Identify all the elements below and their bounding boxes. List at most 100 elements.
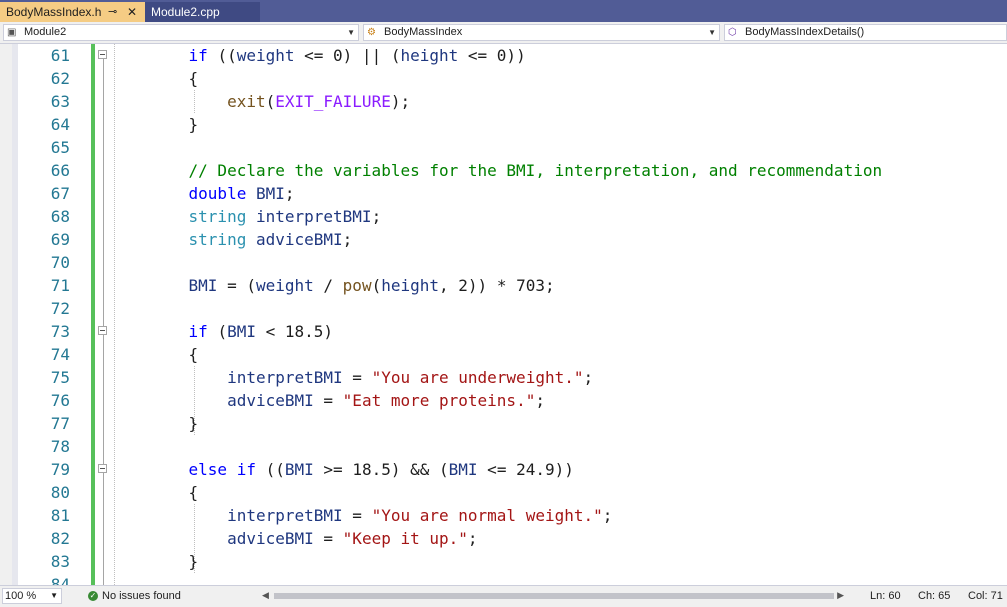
code-editor[interactable]: 61 if ((weight <= 0) || (height <= 0)) 62… bbox=[0, 44, 1007, 585]
code-line[interactable]: 67 double BMI; bbox=[0, 182, 1007, 205]
code-token: pow bbox=[342, 276, 372, 295]
code-token: weight bbox=[255, 276, 314, 295]
line-number: 77 bbox=[50, 414, 70, 433]
scrollbar-thumb[interactable] bbox=[274, 593, 834, 599]
code-line[interactable]: 77 } bbox=[0, 412, 1007, 435]
code-line[interactable]: 73 if (BMI < 18.5) bbox=[0, 320, 1007, 343]
navigation-bar: ▣ Module2 ▼ ⚙ BodyMassIndex ▼ ⬡ BodyMass… bbox=[0, 22, 1007, 44]
zoom-dropdown[interactable]: 100 % ▼ bbox=[2, 588, 62, 604]
code-text: exit(EXIT_FAILURE); bbox=[150, 90, 410, 113]
code-text: { bbox=[150, 343, 199, 366]
collapse-icon[interactable] bbox=[98, 326, 107, 335]
line-indicator[interactable]: Ln: 60 bbox=[870, 588, 901, 604]
code-line[interactable]: 65 bbox=[0, 136, 1007, 159]
line-number: 62 bbox=[50, 69, 70, 88]
code-token: (( bbox=[255, 460, 285, 479]
close-icon[interactable]: ✕ bbox=[127, 2, 137, 22]
code-token: ; bbox=[371, 207, 382, 226]
code-line[interactable]: 75 interpretBMI = "You are underweight."… bbox=[0, 366, 1007, 389]
code-text: interpretBMI = "You are normal weight."; bbox=[150, 504, 612, 527]
code-token: < 18.5) bbox=[255, 322, 334, 341]
code-line[interactable]: 78 bbox=[0, 435, 1007, 458]
code-line[interactable]: 83 } bbox=[0, 550, 1007, 573]
line-number: 80 bbox=[50, 483, 70, 502]
code-token: if bbox=[150, 46, 218, 65]
code-line[interactable]: 64 } bbox=[0, 113, 1007, 136]
chevron-down-icon: ▼ bbox=[347, 28, 355, 37]
line-number: 66 bbox=[50, 161, 70, 180]
code-token: string bbox=[188, 230, 247, 249]
code-line[interactable]: 80 { bbox=[0, 481, 1007, 504]
code-token: BMI bbox=[188, 276, 218, 295]
issues-indicator[interactable]: ✓ No issues found bbox=[88, 588, 181, 604]
method-icon: ⬡ bbox=[728, 27, 737, 38]
line-number: 61 bbox=[50, 46, 70, 65]
code-token: ( bbox=[371, 276, 382, 295]
line-number: 82 bbox=[50, 529, 70, 548]
horizontal-scrollbar[interactable]: ◀ ▶ bbox=[262, 590, 844, 602]
code-token: "You are underweight." bbox=[371, 368, 584, 387]
code-token: else if bbox=[188, 460, 256, 479]
code-line[interactable]: 66 // Declare the variables for the BMI,… bbox=[0, 159, 1007, 182]
code-token: interpretBMI bbox=[227, 506, 343, 525]
line-number: 65 bbox=[50, 138, 70, 157]
code-line[interactable]: 68 string interpretBMI; bbox=[0, 205, 1007, 228]
code-token: (( bbox=[217, 46, 237, 65]
code-line[interactable]: 79 else if ((BMI >= 18.5) && (BMI <= 24.… bbox=[0, 458, 1007, 481]
column-indicator[interactable]: Col: 71 bbox=[968, 588, 1003, 604]
code-token: / bbox=[313, 276, 343, 295]
scope-dropdown[interactable]: ⚙ BodyMassIndex ▼ bbox=[363, 24, 720, 41]
scroll-right-icon[interactable]: ▶ bbox=[837, 590, 844, 601]
code-line[interactable]: 63 exit(EXIT_FAILURE); bbox=[0, 90, 1007, 113]
document-tab-strip: BodyMassIndex.h ⊸ ✕ Module2.cpp bbox=[0, 0, 1007, 22]
scroll-left-icon[interactable]: ◀ bbox=[262, 590, 269, 601]
code-text: } bbox=[150, 412, 199, 435]
code-token: exit bbox=[227, 92, 266, 111]
code-line[interactable]: 82 adviceBMI = "Keep it up."; bbox=[0, 527, 1007, 550]
code-token: ( bbox=[217, 322, 228, 341]
code-token: <= 24.9)) bbox=[477, 460, 574, 479]
code-token: // Declare the variables for the BMI, in… bbox=[150, 161, 883, 180]
check-circle-icon: ✓ bbox=[88, 591, 98, 602]
code-token: } bbox=[150, 115, 199, 134]
zoom-level: 100 % bbox=[5, 590, 37, 602]
code-token: ; bbox=[602, 506, 613, 525]
code-text: if ((weight <= 0) || (height <= 0)) bbox=[150, 44, 526, 67]
code-line[interactable]: 76 adviceBMI = "Eat more proteins."; bbox=[0, 389, 1007, 412]
code-line[interactable]: 70 bbox=[0, 251, 1007, 274]
line-number: 74 bbox=[50, 345, 70, 364]
code-text: else if ((BMI >= 18.5) && (BMI <= 24.9)) bbox=[150, 458, 574, 481]
tab-bodymassindex-h[interactable]: BodyMassIndex.h ⊸ ✕ bbox=[0, 2, 145, 22]
project-dropdown[interactable]: ▣ Module2 ▼ bbox=[3, 24, 359, 41]
code-line[interactable]: 74 { bbox=[0, 343, 1007, 366]
code-line[interactable]: 61 if ((weight <= 0) || (height <= 0)) bbox=[0, 44, 1007, 67]
collapse-icon[interactable] bbox=[98, 50, 107, 59]
code-line[interactable]: 69 string adviceBMI; bbox=[0, 228, 1007, 251]
collapse-icon[interactable] bbox=[98, 464, 107, 473]
code-line[interactable]: 71 BMI = (weight / pow(height, 2)) * 703… bbox=[0, 274, 1007, 297]
member-dropdown[interactable]: ⬡ BodyMassIndexDetails() bbox=[724, 24, 1007, 41]
editor-status-bar: 100 % ▼ ✓ No issues found ◀ ▶ Ln: 60 Ch: … bbox=[0, 585, 1007, 607]
code-line[interactable]: 72 bbox=[0, 297, 1007, 320]
code-line[interactable]: 62 { bbox=[0, 67, 1007, 90]
pin-icon[interactable]: ⊸ bbox=[108, 2, 117, 22]
code-token: ); bbox=[390, 92, 411, 111]
code-text: adviceBMI = "Eat more proteins."; bbox=[150, 389, 545, 412]
line-number: 83 bbox=[50, 552, 70, 571]
tab-module2-cpp[interactable]: Module2.cpp bbox=[145, 2, 260, 22]
code-token: { bbox=[150, 345, 199, 364]
chevron-down-icon: ▼ bbox=[50, 591, 58, 600]
char-indicator[interactable]: Ch: 65 bbox=[918, 588, 950, 604]
code-token: ; bbox=[467, 529, 478, 548]
code-line[interactable]: 81 interpretBMI = "You are normal weight… bbox=[0, 504, 1007, 527]
line-number: 78 bbox=[50, 437, 70, 456]
code-line[interactable]: 84 bbox=[0, 573, 1007, 585]
code-token: double bbox=[188, 184, 247, 203]
code-text: } bbox=[150, 113, 199, 136]
code-text: BMI = (weight / pow(height, 2)) * 703; bbox=[150, 274, 555, 297]
line-number: 67 bbox=[50, 184, 70, 203]
